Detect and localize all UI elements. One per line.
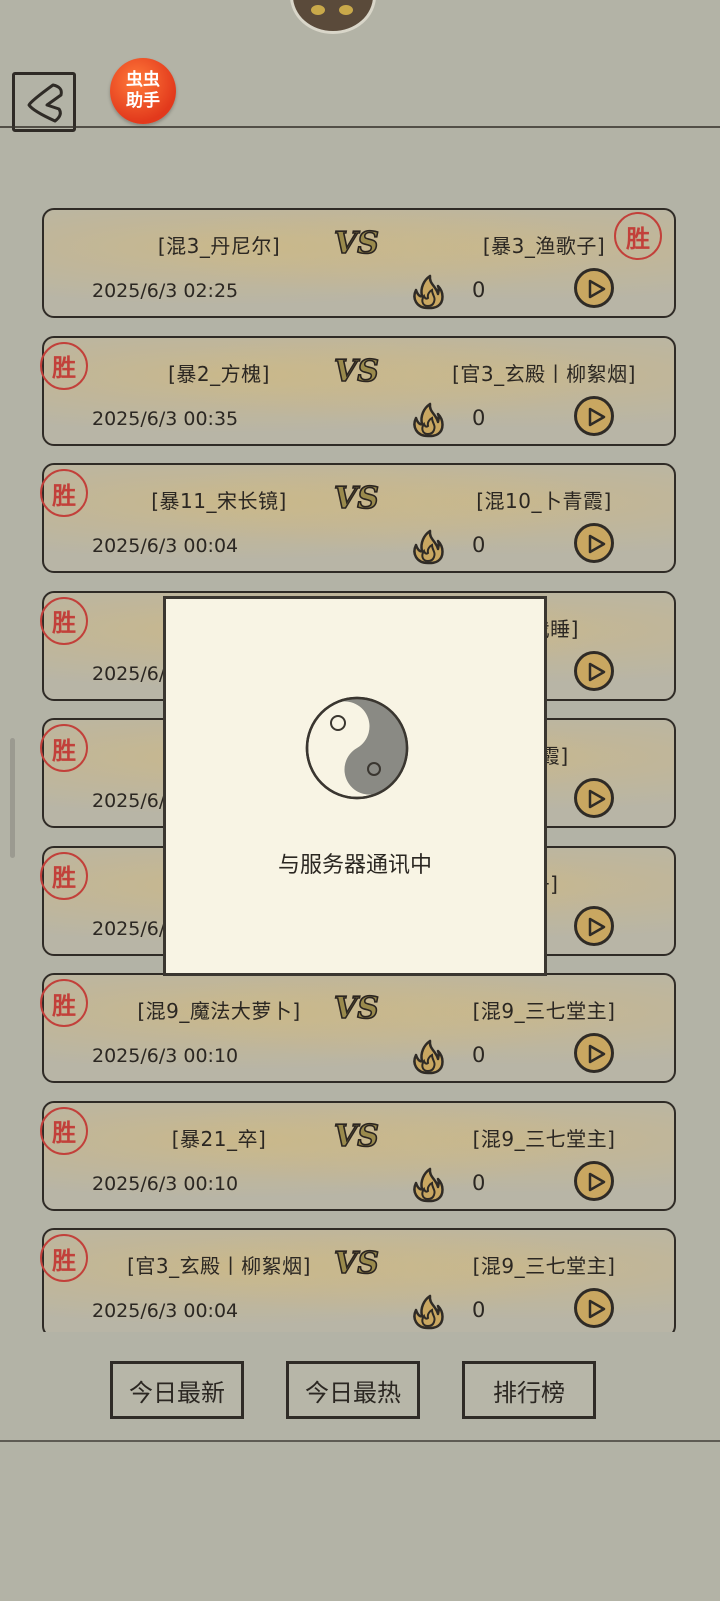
player-two-name: [混9_三七堂主] (472, 1126, 616, 1151)
match-time: 2025/6/ (92, 917, 166, 940)
match-time: 2025/6/3 00:10 (92, 1172, 239, 1195)
helper-badge[interactable]: 虫虫 助手 (110, 58, 176, 124)
match-card[interactable]: 胜 [官3_玄殿丨柳絮烟] VS [混9_三七堂主] 2025/6/3 00:0… (40, 1228, 676, 1332)
win-stamp: 胜 (40, 724, 88, 772)
player-one-name: [暴2_方槐] (168, 361, 270, 386)
win-stamp: 胜 (40, 979, 88, 1027)
helper-badge-label: 虫虫 助手 (126, 70, 160, 111)
player-one-name: [暴11_宋长镜] (151, 489, 287, 513)
player-two-name: [混9_三七堂主] (472, 999, 616, 1023)
avatar-eye-icon (339, 5, 353, 15)
tab-today-latest[interactable]: 今日最新 (110, 1361, 244, 1419)
vs-icon: VS (333, 225, 380, 262)
player-two-name: [混9_三七堂主] (472, 1254, 616, 1278)
back-button[interactable] (12, 72, 76, 132)
player-one-name: [混3_丹尼尔] (157, 234, 281, 258)
tab-ranking[interactable]: 排行榜 (462, 1361, 596, 1419)
vs-icon: VS (333, 1245, 380, 1282)
play-button[interactable] (574, 1160, 614, 1201)
match-time: 2025/6/3 00:04 (92, 535, 239, 557)
match-card[interactable]: 胜 [混9_魔法大萝卜] VS [混9_三七堂主] 2025/6/3 00:10… (40, 973, 676, 1083)
win-stamp: 胜 (40, 1106, 88, 1155)
match-time: 2025/6/ (92, 662, 166, 685)
match-card[interactable]: 胜 [混3_丹尼尔] VS [暴3_渔歌子] 2025/6/3 02:25 0 (42, 208, 676, 318)
vs-icon: VS (333, 1118, 380, 1155)
play-button[interactable] (574, 650, 614, 691)
fire-icon (408, 272, 448, 316)
vs-icon: VS (333, 480, 380, 517)
play-button[interactable] (574, 1288, 614, 1328)
footer-divider (0, 1440, 720, 1442)
heat-count: 0 (472, 1043, 486, 1067)
avatar-eye-icon (311, 5, 325, 15)
play-button[interactable] (574, 778, 614, 818)
heat-count: 0 (472, 405, 486, 430)
player-two-name: [官3_玄殿丨柳絮烟] (452, 361, 636, 386)
win-stamp: 胜 (40, 596, 88, 645)
play-button[interactable] (574, 905, 614, 946)
heat-count: 0 (472, 1170, 486, 1195)
match-time: 2025/6/3 00:10 (92, 1045, 239, 1067)
heat-count: 0 (472, 1298, 486, 1322)
play-button[interactable] (574, 395, 614, 436)
back-arrow-icon (27, 83, 63, 123)
play-button[interactable] (574, 268, 614, 308)
player-two-name: [混10_卜青霞] (476, 489, 612, 513)
player-two-name: [暴3_渔歌子] (482, 234, 606, 258)
heat-count: 0 (472, 533, 486, 557)
taiji-icon (305, 696, 409, 800)
tab-today-hottest[interactable]: 今日最热 (286, 1361, 420, 1419)
player-one-name: [混9_魔法大萝卜] (137, 999, 301, 1023)
vs-icon: VS (333, 990, 380, 1027)
fire-icon (408, 1292, 448, 1332)
fire-icon (408, 1165, 448, 1209)
player-one-name: [官3_玄殿丨柳絮烟] (127, 1254, 311, 1278)
player-one-name: [暴21_卒] (171, 1126, 267, 1151)
heat-count: 0 (472, 278, 486, 302)
win-stamp: 胜 (40, 469, 88, 517)
play-button[interactable] (574, 523, 614, 563)
win-stamp: 胜 (40, 341, 88, 390)
match-time: 2025/6/3 02:25 (92, 280, 239, 302)
match-time: 2025/6/3 00:04 (92, 1300, 239, 1322)
player-avatar[interactable] (290, 0, 376, 34)
header-divider (0, 126, 720, 128)
match-card[interactable]: 胜 [暴11_宋长镜] VS [混10_卜青霞] 2025/6/3 00:04 … (40, 463, 676, 573)
win-stamp: 胜 (40, 1234, 88, 1282)
win-stamp: 胜 (40, 851, 88, 900)
vs-icon: VS (333, 353, 380, 390)
loading-dialog: 与服务器通讯中 (163, 596, 547, 976)
loading-message: 与服务器通讯中 (277, 853, 432, 878)
match-time: 2025/6/ (92, 790, 166, 812)
fire-icon (408, 1037, 448, 1081)
fire-icon (408, 400, 448, 444)
fire-icon (408, 527, 448, 571)
match-time: 2025/6/3 00:35 (92, 407, 239, 430)
match-card[interactable]: 胜 [暴2_方槐] VS [官3_玄殿丨柳絮烟] 2025/6/3 00:35 … (40, 335, 676, 446)
match-card[interactable]: 胜 [暴21_卒] VS [混9_三七堂主] 2025/6/3 00:10 0 (40, 1100, 676, 1211)
play-button[interactable] (574, 1033, 614, 1073)
